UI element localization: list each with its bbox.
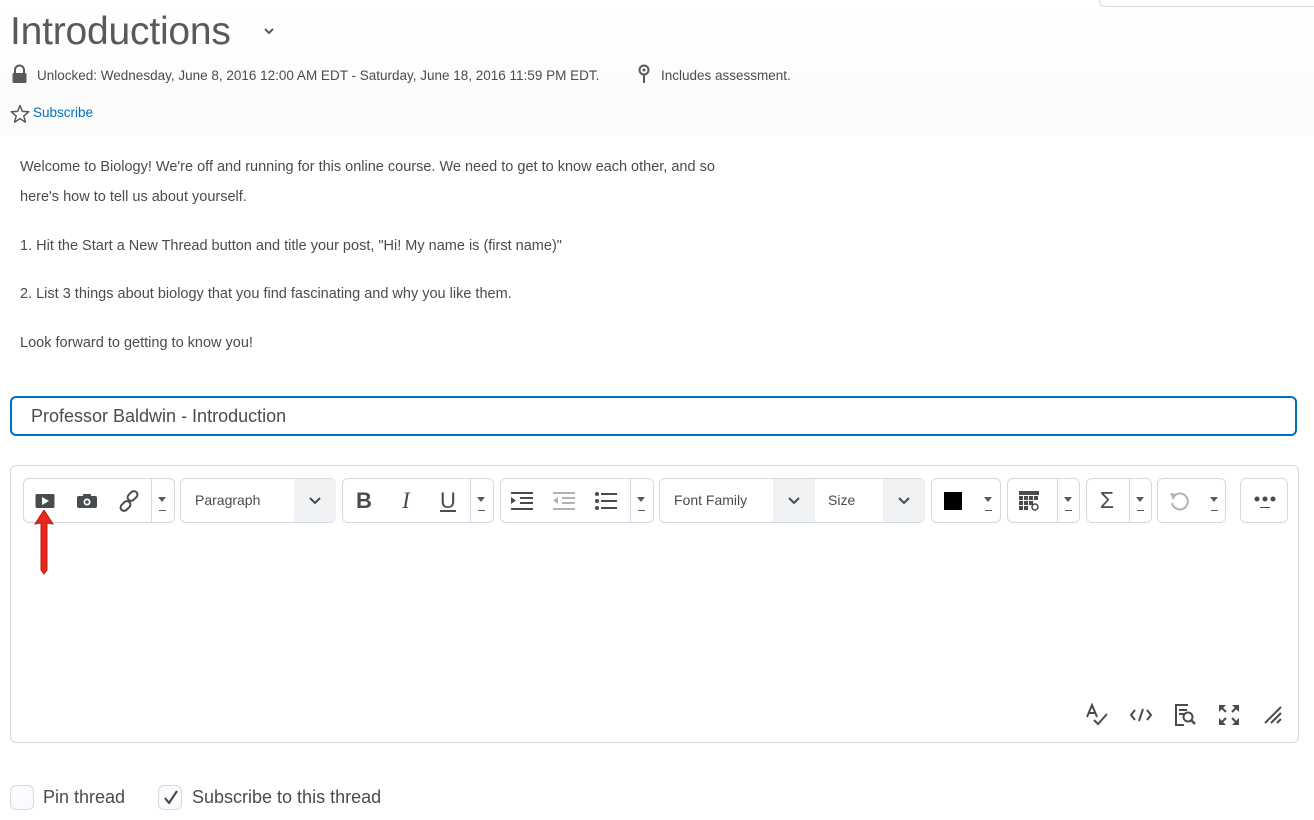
subscribe-thread-checkbox[interactable]	[158, 785, 182, 810]
underline-button[interactable]: U	[427, 479, 469, 522]
font-size-select[interactable]: Size	[828, 492, 855, 508]
table-group	[1007, 478, 1080, 523]
pin-icon	[638, 64, 650, 83]
list-dropdown[interactable]	[630, 479, 652, 522]
text-color-dropdown[interactable]	[978, 479, 1000, 522]
pin-thread-label: Pin thread	[43, 787, 126, 807]
equation-group: Σ	[1086, 478, 1152, 523]
link-icon	[119, 489, 139, 512]
indent-icon	[511, 491, 533, 510]
description-line: 1. Hit the Start a New Thread button and…	[20, 238, 562, 254]
bullet-list-icon	[595, 491, 617, 510]
history-dropdown[interactable]	[1204, 479, 1226, 522]
fullscreen-icon[interactable]	[1217, 703, 1241, 727]
bullet-list-button[interactable]	[585, 479, 627, 522]
text-style-dropdown[interactable]	[470, 479, 492, 522]
description-line: here's how to tell us about yourself.	[20, 189, 247, 205]
outdent-icon	[553, 491, 575, 510]
preview-icon[interactable]	[1173, 703, 1197, 727]
description-line: Welcome to Biology! We're off and runnin…	[20, 159, 715, 175]
font-group: Font Family Size	[659, 478, 925, 523]
insert-more-dropdown[interactable]	[151, 479, 173, 522]
lock-icon	[12, 64, 27, 83]
bold-button[interactable]: B	[343, 479, 385, 522]
equation-button[interactable]: Σ	[1087, 479, 1127, 522]
unlock-dates: Unlocked: Wednesday, June 8, 2016 12:00 …	[37, 68, 600, 83]
font-size-caret[interactable]	[883, 479, 925, 522]
format-select[interactable]: Paragraph	[180, 478, 336, 523]
italic-button[interactable]: I	[385, 479, 427, 522]
outdent-button[interactable]	[543, 479, 585, 522]
format-select-value: Paragraph	[195, 492, 261, 508]
text-color-group	[931, 478, 1001, 523]
chevron-down-icon	[788, 496, 800, 504]
thread-subject-input[interactable]	[10, 396, 1297, 436]
camera-icon	[77, 493, 97, 508]
history-group	[1157, 478, 1226, 523]
font-family-select[interactable]: Font Family	[674, 492, 747, 508]
undo-icon	[1170, 491, 1189, 510]
chevron-down-icon[interactable]	[262, 24, 276, 38]
spellcheck-icon[interactable]	[1085, 703, 1109, 727]
code-icon[interactable]	[1129, 703, 1153, 727]
chevron-down-icon	[309, 496, 321, 504]
video-icon	[35, 493, 55, 508]
format-select-caret[interactable]	[294, 479, 336, 522]
description-line: Look forward to getting to know you!	[20, 335, 253, 351]
text-style-group: B I U	[342, 478, 494, 523]
page-title: Introductions	[10, 10, 231, 53]
annotation-arrow-icon	[34, 510, 54, 575]
insert-link-button[interactable]	[108, 479, 150, 522]
more-actions-button[interactable]	[1240, 478, 1288, 523]
text-color-button[interactable]	[932, 479, 974, 522]
more-icon	[1254, 496, 1276, 508]
paragraph-group	[500, 478, 654, 523]
font-family-caret[interactable]	[773, 479, 815, 522]
insert-quicklink-button[interactable]	[66, 479, 108, 522]
top-right-control[interactable]	[1099, 0, 1314, 7]
undo-button[interactable]	[1158, 479, 1200, 522]
chevron-down-icon	[898, 496, 910, 504]
subscribe-label: Subscribe	[33, 105, 94, 120]
insert-table-button[interactable]	[1008, 479, 1050, 522]
table-dropdown[interactable]	[1057, 479, 1079, 522]
text-color-swatch	[944, 491, 962, 510]
resize-icon[interactable]	[1261, 703, 1285, 727]
equation-dropdown[interactable]	[1129, 479, 1151, 522]
subscribe-thread-label: Subscribe to this thread	[192, 787, 382, 807]
star-icon	[10, 104, 30, 123]
description-line: 2. List 3 things about biology that you …	[20, 286, 512, 302]
html-editor: Paragraph B I U Font Family Size Σ	[10, 465, 1299, 743]
indent-button[interactable]	[501, 479, 543, 522]
assessment-note: Includes assessment.	[661, 68, 791, 83]
pin-thread-checkbox[interactable]	[10, 785, 34, 810]
checkmark-icon	[164, 790, 178, 805]
table-icon	[1019, 490, 1039, 511]
